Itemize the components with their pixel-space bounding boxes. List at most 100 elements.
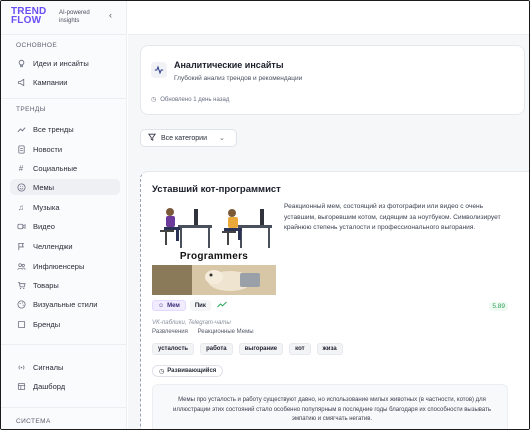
chevron-down-icon: ⌄ (219, 135, 225, 142)
section-label-main: ОСНОВНОЕ (16, 42, 58, 49)
sidebar-item-video[interactable]: Видео (10, 218, 120, 234)
sidebar-item-label: Мемы (33, 182, 55, 192)
tag-chip[interactable]: жиза (316, 343, 343, 355)
category-label: Реакционные Мемы (197, 329, 254, 335)
sidebar-item-label: Инфлюенсеры (33, 261, 85, 271)
card-description: Реакционный мем, состоящий из фотографии… (284, 203, 501, 231)
brand-tagline: AI-powered insights (59, 10, 90, 24)
sidebar-item-signals[interactable]: Сигналы (10, 359, 120, 375)
logo: TREND FLOW (11, 7, 46, 26)
sidebar-item-influencers[interactable]: Инфлюенсеры (10, 258, 120, 274)
sidebar-item-all-trends[interactable]: Все тренды (10, 121, 120, 137)
insights-header-card: Аналитические инсайты Глубокий анализ тр… (140, 45, 525, 115)
sidebar-item-dashboard[interactable]: Дашборд (10, 378, 120, 394)
updated-text: Обновлено 1 день назад (160, 96, 230, 103)
section-label-trends: ТРЕНДЫ (16, 106, 46, 113)
filter-icon (148, 133, 156, 143)
sidebar-item-visual-styles[interactable]: Визуальные стили (10, 296, 120, 312)
logo-line-2: FLOW (11, 15, 42, 26)
sidebar-item-label: Кампании (33, 77, 68, 87)
status-badge: ◷ Развивающийся (152, 365, 224, 377)
sidebar-item-music[interactable]: ♫ Музыка (10, 199, 120, 215)
sidebar-item-label: Идеи и инсайты (33, 58, 89, 68)
main-content: Аналитические инсайты Глубокий анализ тр… (128, 1, 529, 429)
hash-icon: # (18, 163, 24, 173)
page-subtitle: Глубокий анализ трендов и рекомендации (174, 75, 303, 82)
sidebar-item-label: Бренды (33, 319, 61, 329)
sidebar-item-ideas[interactable]: Идеи и инсайты (10, 55, 120, 71)
video-icon (16, 221, 26, 231)
card-sources: VK-паблики, Telegram-чаты (152, 320, 231, 326)
collapse-sidebar-icon[interactable]: ‹ (109, 10, 112, 20)
category-label: Развлечения (152, 329, 188, 335)
smile-icon (16, 182, 26, 192)
brand-icon (16, 319, 26, 329)
cart-icon (16, 280, 26, 290)
dashboard-icon (16, 381, 26, 391)
sidebar-item-label: Дашборд (33, 381, 66, 391)
meme-caption: Programmers (179, 251, 249, 262)
sidebar-item-campaigns[interactable]: Кампании (10, 74, 120, 90)
section-label-system: СИСТЕМА (16, 418, 51, 425)
long-description-box: Мемы про усталость и работу существуют д… (152, 384, 508, 429)
sidebar-item-label: Социальные (33, 163, 78, 173)
divider (1, 407, 127, 408)
type-badge-label: Мем (167, 302, 180, 309)
meme-illustration (152, 203, 276, 295)
sidebar-item-brands[interactable]: Бренды (10, 316, 120, 332)
document-icon (16, 144, 26, 154)
category-filter-dropdown[interactable]: Все категории ⌄ (140, 129, 237, 147)
sidebar-item-label: Сигналы (33, 362, 64, 372)
trend-card[interactable]: Уставший кот-программист Programmers Реа… (140, 171, 529, 429)
sidebar-item-label: Музыка (33, 202, 60, 212)
divider (1, 34, 127, 35)
sidebar-item-label: Новости (33, 144, 63, 154)
lightbulb-icon (16, 58, 26, 68)
filter-label: Все категории (161, 134, 207, 142)
status-label: Развивающийся (167, 368, 217, 374)
tag-chip[interactable]: работа (200, 343, 233, 355)
type-badge: ☺ Мем (152, 300, 186, 311)
sidebar-item-label: Визуальные стили (33, 299, 98, 309)
sidebar-item-label: Челленджи (33, 241, 73, 251)
page-title: Аналитические инсайты (174, 60, 284, 70)
tag-chip[interactable]: кот (289, 343, 311, 355)
music-icon: ♫ (18, 202, 24, 212)
sidebar-item-label: Видео (33, 221, 55, 231)
tag-chip[interactable]: выгорание (238, 343, 284, 355)
sidebar-item-label: Все тренды (33, 124, 74, 134)
sidebar-item-social[interactable]: # Социальные (10, 160, 120, 176)
updated-status: ◷ Обновлено 1 день назад (151, 96, 230, 104)
meme-image: Programmers (152, 203, 276, 295)
brand[interactable]: TREND FLOW AI-powered insights ‹ (11, 7, 121, 29)
sidebar: TREND FLOW AI-powered insights ‹ ОСНОВНО… (1, 1, 127, 429)
signal-icon (16, 362, 26, 372)
top-bar (128, 1, 529, 35)
trend-up-icon (217, 301, 227, 310)
users-icon (16, 261, 26, 271)
card-categories: Развлечения Реакционные Мемы (152, 329, 262, 335)
sidebar-item-news[interactable]: Новости (10, 141, 120, 157)
tag-chip[interactable]: усталость (152, 343, 195, 355)
trend-icon (16, 124, 26, 134)
sidebar-item-memes[interactable]: Мемы (10, 179, 120, 195)
activity-icon (151, 62, 167, 78)
sidebar-item-products[interactable]: Товары (10, 277, 120, 293)
tag-list: усталость работа выгорание кот жиза (152, 343, 349, 355)
sidebar-item-label: Товары (33, 280, 59, 290)
long-description: Мемы про усталость и работу существуют д… (173, 397, 491, 422)
palette-icon (16, 299, 26, 309)
sidebar-item-challenges[interactable]: Челленджи (10, 238, 120, 254)
smile-icon: ☺ (158, 302, 165, 309)
card-badges: ☺ Мем Пик (152, 300, 227, 311)
clock-icon: ◷ (151, 97, 157, 103)
trend-score: 5.89 (489, 302, 508, 311)
phase-badge: Пик (189, 300, 211, 311)
card-title: Уставший кот-программист (152, 184, 281, 195)
divider (1, 98, 127, 99)
clock-icon: ◷ (159, 368, 165, 375)
megaphone-icon (16, 77, 26, 87)
flag-icon (16, 241, 26, 251)
divider (1, 344, 127, 345)
app-window: TREND FLOW AI-powered insights ‹ ОСНОВНО… (0, 0, 530, 430)
